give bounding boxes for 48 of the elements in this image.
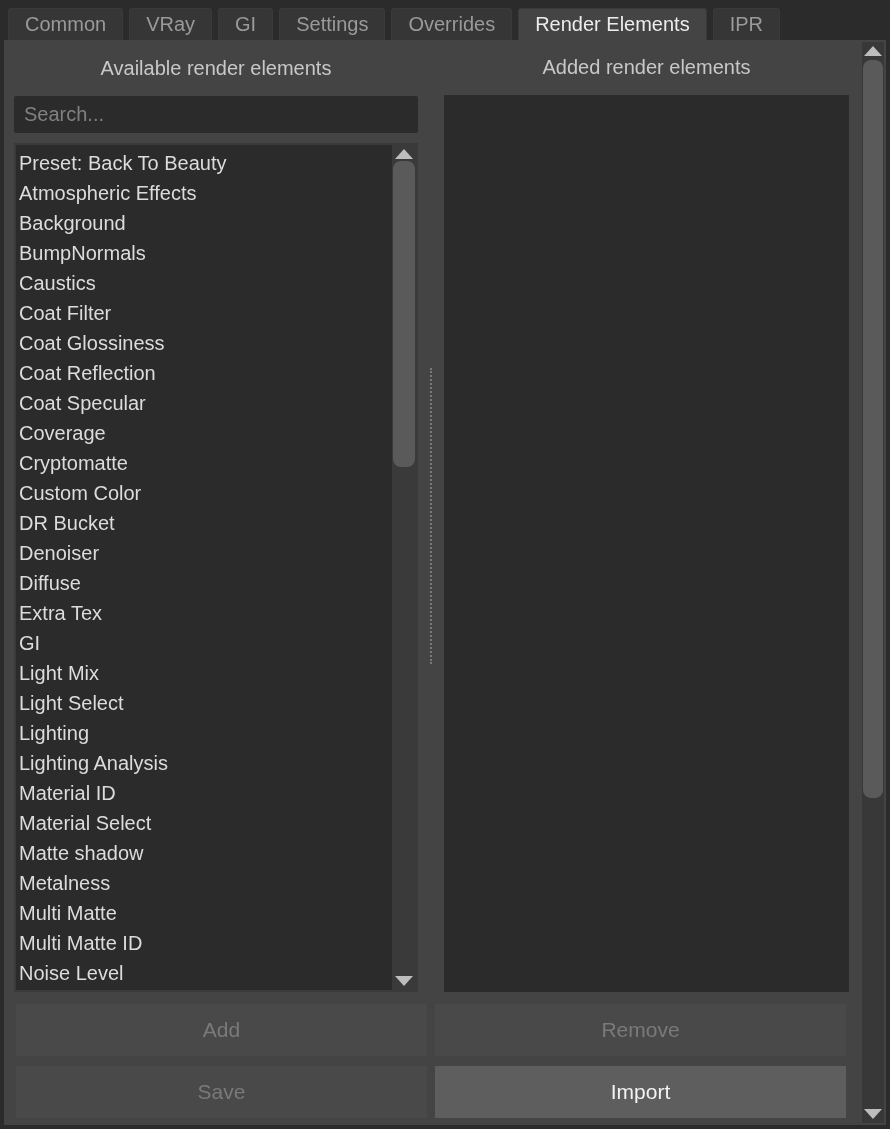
list-item[interactable]: Background <box>16 208 392 238</box>
list-item[interactable]: Coat Reflection <box>16 358 392 388</box>
search-field[interactable]: Search... <box>14 96 418 133</box>
scroll-up-icon[interactable] <box>395 149 413 159</box>
list-item[interactable]: Matte shadow <box>16 838 392 868</box>
scrollbar-thumb[interactable] <box>393 161 415 467</box>
tab[interactable]: Overrides <box>391 8 513 40</box>
list-item[interactable]: Coat Filter <box>16 298 392 328</box>
list-item[interactable]: Lighting <box>16 718 392 748</box>
tab[interactable]: VRay <box>129 8 213 40</box>
list-item[interactable]: Denoiser <box>16 538 392 568</box>
list-item[interactable]: Metalness <box>16 868 392 898</box>
list-item[interactable]: Caustics <box>16 268 392 298</box>
scroll-down-icon[interactable] <box>864 1109 882 1119</box>
tab[interactable]: IPR <box>712 8 780 40</box>
scroll-down-icon[interactable] <box>395 976 413 986</box>
list-item[interactable]: Coat Specular <box>16 388 392 418</box>
tab[interactable]: Common <box>8 8 124 40</box>
list-item[interactable]: Extra Tex <box>16 598 392 628</box>
list-item[interactable]: GI <box>16 628 392 658</box>
splitter-handle[interactable] <box>430 368 432 664</box>
list-item[interactable]: Cryptomatte <box>16 448 392 478</box>
list-item[interactable]: Material ID <box>16 778 392 808</box>
list-item[interactable]: BumpNormals <box>16 238 392 268</box>
column-title: Added render elements <box>542 56 751 80</box>
tab[interactable]: Render Elements <box>518 8 707 40</box>
list-item[interactable]: Light Mix <box>16 658 392 688</box>
list-item[interactable]: Noise Level <box>16 958 392 988</box>
action-button[interactable]: Import <box>435 1066 846 1118</box>
list-item[interactable]: Material Select <box>16 808 392 838</box>
scroll-up-icon[interactable] <box>864 46 882 56</box>
scrollbar-thumb[interactable] <box>863 60 883 798</box>
scrollbar[interactable] <box>392 145 416 990</box>
column-title: Available render elements <box>100 56 332 80</box>
list-item[interactable]: Preset: Back To Beauty <box>16 148 392 178</box>
list-item[interactable]: Atmospheric Effects <box>16 178 392 208</box>
list-item[interactable]: Coat Glossiness <box>16 328 392 358</box>
tab[interactable]: GI <box>218 8 274 40</box>
tab[interactable]: Settings <box>279 8 386 40</box>
list-item[interactable]: Custom Color <box>16 478 392 508</box>
list-item[interactable]: Light Select <box>16 688 392 718</box>
list-item[interactable]: Multi Matte ID <box>16 928 392 958</box>
list-item[interactable]: Diffuse <box>16 568 392 598</box>
list-item[interactable]: Coverage <box>16 418 392 448</box>
list-item[interactable]: Multi Matte <box>16 898 392 928</box>
scrollbar[interactable] <box>862 42 884 1123</box>
list-item[interactable]: Lighting Analysis <box>16 748 392 778</box>
list-item[interactable]: DR Bucket <box>16 508 392 538</box>
